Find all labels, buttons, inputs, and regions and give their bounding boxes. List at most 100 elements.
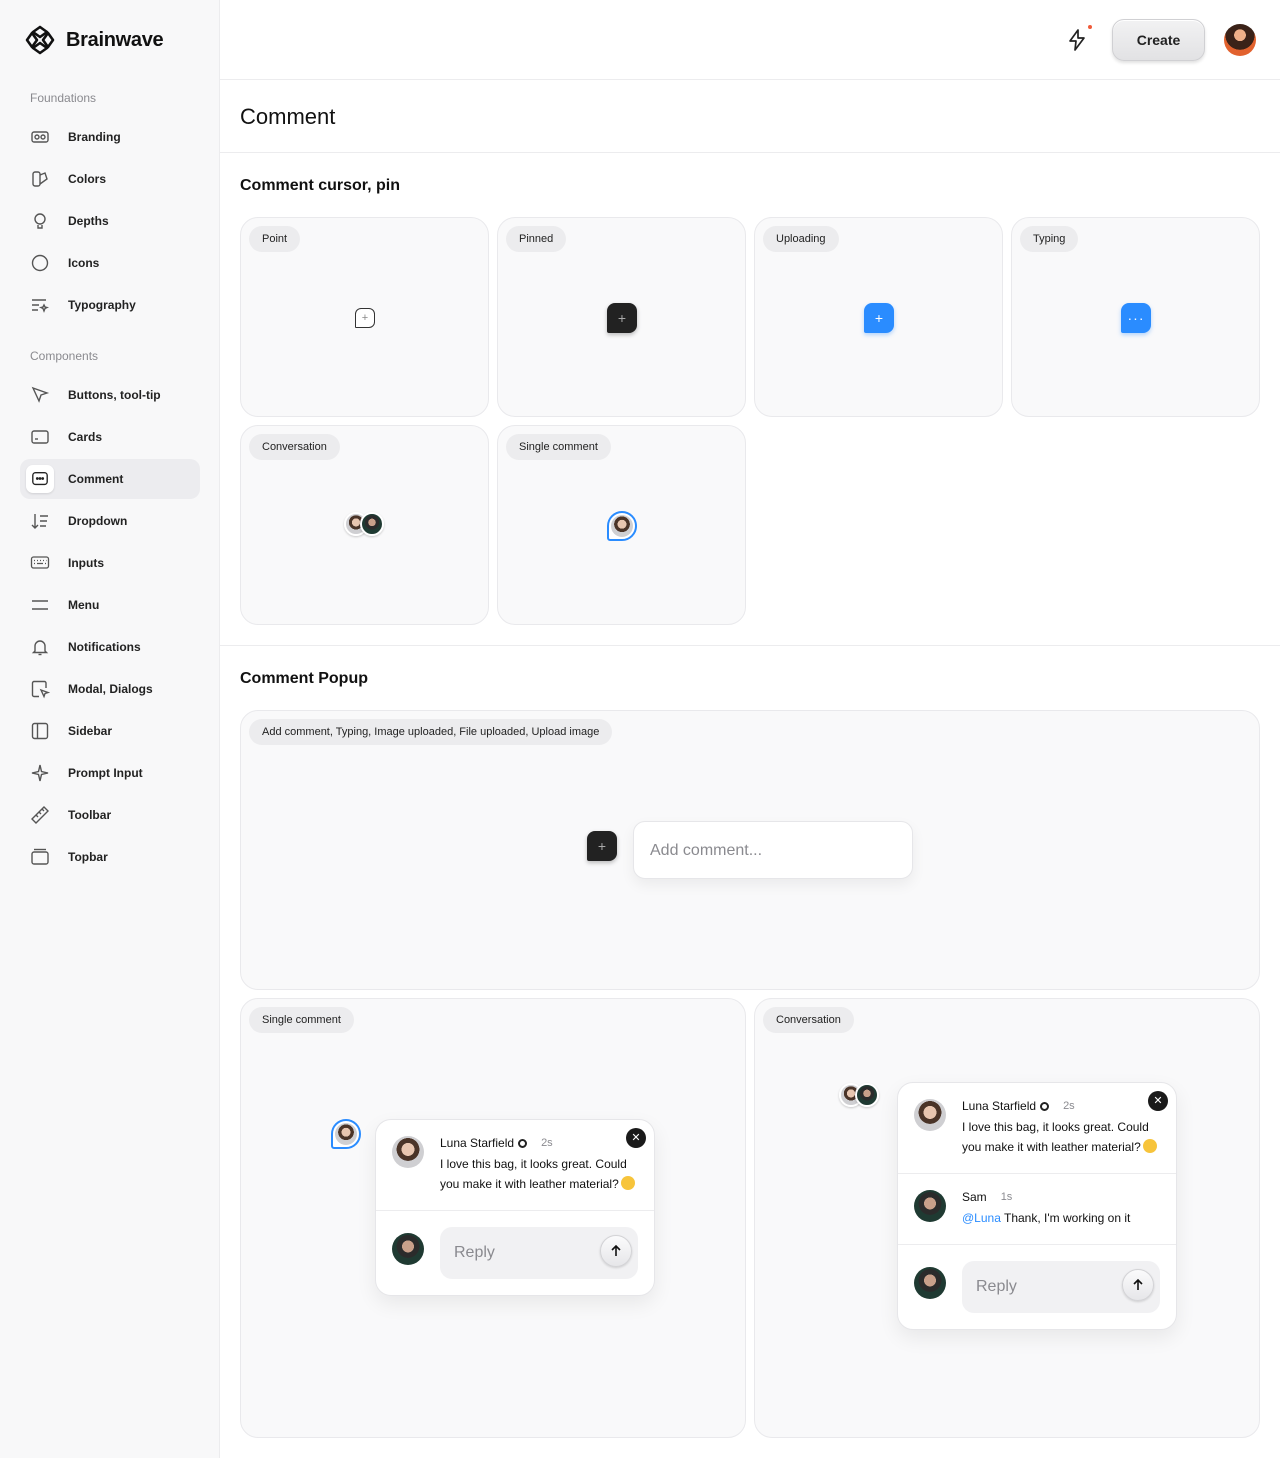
sidebar-item-label: Inputs [68,556,104,570]
sidebar-item-prompt-input[interactable]: Prompt Input [20,753,200,793]
section-title-cursor-pin: Comment cursor, pin [240,177,401,194]
sidebar-item-toolbar[interactable]: Toolbar [20,795,200,835]
comment-popup: ✕ Luna Starfield 2s I love this bag, it … [375,1119,655,1296]
send-button[interactable] [1122,1269,1154,1301]
typography-icon [30,295,50,315]
sidebar-item-cards[interactable]: Cards [20,417,200,457]
sidebar-item-label: Notifications [68,640,141,654]
comment-item: Luna Starfield 2s I love this bag, it lo… [898,1083,1176,1173]
sidebar-item-label: Menu [68,598,100,612]
sidebar-item-depths[interactable]: Depths [20,201,200,241]
card-conversation: Conversation [240,425,489,625]
sidebar-icon [30,721,50,741]
conversation-popup: ✕ Luna Starfield 2s I love this bag, it … [897,1082,1177,1330]
avatar [855,1083,879,1107]
comment-author-row: Luna Starfield 2s [440,1136,638,1150]
brand-name: Brainwave [66,28,164,51]
sidebar-item-label: Comment [68,472,124,486]
cursor-icon [30,385,50,405]
card-conversation-popup: Conversation ✕ Luna Starfield 2s I love … [754,998,1260,1438]
notification-dot [1088,25,1092,29]
sidebar-item-colors[interactable]: Colors [20,159,200,199]
avatar [611,515,633,537]
conversation-pin[interactable] [839,1083,879,1107]
card-tag: Conversation [249,434,340,460]
reply-input[interactable]: Reply [440,1227,638,1279]
avatar [335,1123,357,1145]
reply-placeholder: Reply [454,1244,495,1261]
verified-icon [518,1138,528,1148]
colors-icon [30,169,50,189]
avatar [392,1136,424,1168]
sidebar-item-dropdown[interactable]: Dropdown [20,501,200,541]
single-comment-pin[interactable] [331,1119,361,1149]
sidebar: Brainwave Foundations Branding Colors De… [0,0,220,1458]
sidebar-item-label: Branding [68,130,121,144]
sidebar-item-label: Dropdown [68,514,128,528]
ruler-icon [30,805,50,825]
comment-author-row: Sam 1s [962,1190,1160,1204]
card-single-comment-popup: Single comment ✕ Luna Starfield 2s I lov… [240,998,746,1438]
divider [220,645,1280,646]
card-uploading: Uploading + [754,217,1003,417]
comment-body: I love this bag, it looks great. Could y… [440,1154,638,1194]
pinned-pin[interactable]: + [607,303,637,333]
sidebar-item-notifications[interactable]: Notifications [20,627,200,667]
depths-icon [30,211,50,231]
pinned-pin[interactable]: + [587,831,617,861]
add-comment-input[interactable]: Add comment... [633,821,913,879]
arrow-up-icon [1133,1278,1143,1290]
sidebar-item-modal[interactable]: Modal, Dialogs [20,669,200,709]
brainwave-logo-icon [25,25,55,55]
card-pinned: Pinned + [497,217,746,417]
sidebar-item-label: Topbar [68,850,108,864]
card-add-comment: Add comment, Typing, Image uploaded, Fil… [240,710,1260,990]
comment-body: I love this bag, it looks great. Could y… [962,1117,1160,1157]
sidebar-item-menu[interactable]: Menu [20,585,200,625]
reply-row: Reply [376,1210,654,1295]
components-label: Components [30,349,99,363]
card-tag: Uploading [763,226,839,252]
point-pin[interactable]: + [355,308,375,328]
send-button[interactable] [600,1235,632,1267]
sidebar-item-label: Prompt Input [68,766,143,780]
card-typing: Typing ··· [1011,217,1260,417]
sidebar-item-label: Depths [68,214,109,228]
sidebar-item-label: Typography [68,298,136,312]
sidebar-item-comment[interactable]: Comment [20,459,200,499]
card-tag: Typing [1020,226,1079,252]
comment-author: Sam [962,1190,987,1204]
sidebar-item-topbar[interactable]: Topbar [20,837,200,877]
foundations-label: Foundations [30,91,97,105]
mention-link[interactable]: @Luna [962,1211,1001,1225]
comment-author: Luna Starfield [440,1136,515,1150]
sidebar-item-label: Cards [68,430,103,444]
brand[interactable]: Brainwave [24,24,164,56]
comment-text: I love this bag, it looks great. Could y… [962,1120,1149,1154]
sidebar-item-inputs[interactable]: Inputs [20,543,200,583]
single-comment-pin[interactable] [607,511,637,541]
comment-author-row: Luna Starfield 2s [962,1099,1160,1113]
reply-input[interactable]: Reply [962,1261,1160,1313]
typing-pin[interactable]: ··· [1121,303,1151,333]
sidebar-item-icons[interactable]: Icons [20,243,200,283]
conversation-pin[interactable] [344,512,384,536]
create-button[interactable]: Create [1112,19,1205,61]
sidebar-item-label: Sidebar [68,724,113,738]
sidebar-item-typography[interactable]: Typography [20,285,200,325]
sidebar-item-sidebar[interactable]: Sidebar [20,711,200,751]
comment-item: Sam 1s @Luna Thank, I'm working on it [898,1173,1176,1244]
comment-time: 1s [1000,1191,1013,1203]
avatar [914,1190,946,1222]
branding-icon [30,127,50,147]
uploading-pin[interactable]: + [864,303,894,333]
sidebar-item-buttons[interactable]: Buttons, tool-tip [20,375,200,415]
cards-icon [30,427,50,447]
user-avatar[interactable] [1224,24,1256,56]
comment-icon [26,465,54,493]
reply-placeholder: Reply [976,1278,1017,1295]
bolt-icon[interactable] [1065,28,1089,52]
sidebar-item-branding[interactable]: Branding [20,117,200,157]
reply-row: Reply [898,1244,1176,1329]
card-tag: Point [249,226,301,252]
